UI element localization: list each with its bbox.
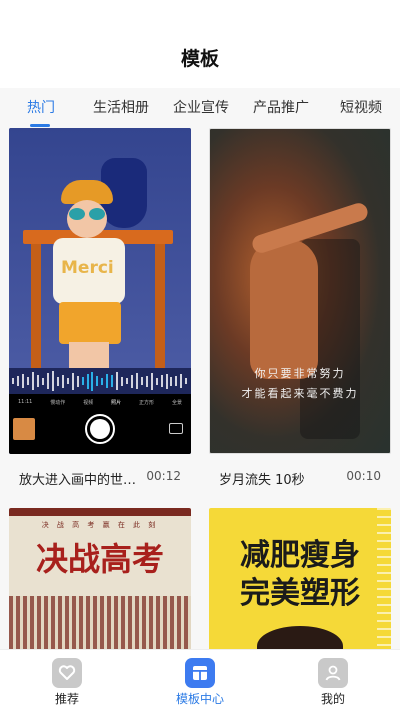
camera-mode-selected: 照片 [111,399,122,406]
template-icon [185,658,215,688]
waveform-bar [32,372,35,390]
waveform-bar [51,371,54,391]
shirt-print: Merci [61,258,114,278]
waveform-bar [185,378,188,384]
gallery-preview [13,418,35,440]
tab-hot[interactable]: 热门 [27,97,55,117]
nav-label: 我的 [320,692,345,706]
nav-label: 模板中心 [175,692,224,706]
template-card[interactable]: Merci 11:11 慢动作 视频 照片 正方形 全景 放大进入画中的世… 0… [9,128,191,498]
tab-product-promo[interactable]: 产品推广 [253,97,309,117]
camera-flip-icon [169,423,183,434]
template-title: 放大进入画中的世… [19,473,137,488]
waveform-bar [96,376,99,386]
camera-mode: 全景 [171,399,182,406]
waveform-bar [111,375,114,387]
waveform-bar [121,376,124,386]
template-thumbnail[interactable]: 你只要非常努力 才能看起来毫不费力 [209,128,391,454]
waveform-bar [145,375,148,387]
quote-line: 你只要非常努力 [254,367,346,380]
waveform-bar [86,373,89,389]
waveform-bar [170,376,173,386]
template-duration: 00:12 [146,469,181,483]
waveform-bar [155,377,158,385]
waveform-bar [12,378,15,384]
template-thumbnail[interactable]: 减肥瘦身 完美塑形 [209,508,391,649]
waveform-bar [22,374,25,388]
camera-mode: 慢动作 [50,399,66,406]
heart-icon [52,658,82,688]
camera-mode: 正方形 [139,399,155,406]
waveform-bar [81,377,84,385]
waveform-bar [42,377,45,385]
template-grid: Merci 11:11 慢动作 视频 照片 正方形 全景 放大进入画中的世… 0… [0,128,400,649]
template-duration: 00:10 [346,469,381,483]
poster-title: 完美塑形 [240,576,360,611]
quote-line: 才能看起来毫不费力 [241,387,359,400]
waveform-bar [106,374,109,388]
nav-label: 推荐 [54,692,79,706]
category-tabs: 热门 生活相册 企业宣传 产品推广 短视频 [0,88,400,128]
waveform-bar [116,372,119,390]
audio-waveform [9,368,191,394]
user-icon [318,658,348,688]
waveform-bar [47,373,50,389]
template-thumbnail[interactable]: 决 战 高 考 赢 在 此 刻 决战高考 [9,508,191,649]
nav-mine[interactable]: 我的 [293,650,373,711]
poster-subtitle: 决 战 高 考 赢 在 此 刻 [41,521,159,529]
waveform-bar [61,374,64,388]
waveform-bar [17,376,20,386]
camera-mode-bar: 11:11 慢动作 视频 照片 正方形 全景 [9,394,191,410]
active-tab-indicator [30,124,50,127]
nav-template-center[interactable]: 模板中心 [160,650,240,711]
waveform-bar [180,374,183,388]
waveform-bar [71,372,74,390]
waveform-bar [130,374,133,388]
waveform-bar [165,373,168,389]
shutter-icon [85,414,115,444]
waveform-bar [37,375,40,387]
nav-recommend[interactable]: 推荐 [27,650,107,711]
camera-mode: 视频 [83,399,94,406]
waveform-bar [135,373,138,389]
page-title: 模板 [180,48,219,70]
waveform-bar [56,376,59,386]
template-card[interactable]: 减肥瘦身 完美塑形 [209,508,391,649]
tab-corporate[interactable]: 企业宣传 [173,97,229,117]
waveform-bar [27,377,30,385]
waveform-bar [175,376,178,386]
waveform-bar [140,377,143,385]
tab-short-video[interactable]: 短视频 [340,97,382,117]
bottom-nav: 推荐 模板中心 我的 [0,649,400,711]
camera-mode: 11:11 [17,399,33,405]
waveform-bar [126,378,129,384]
template-title: 岁月流失 10秒 [219,473,305,488]
template-card[interactable]: 你只要非常努力 才能看起来毫不费力 岁月流失 10秒 00:10 [209,128,391,498]
waveform-bar [101,377,104,385]
template-card[interactable]: 决 战 高 考 赢 在 此 刻 决战高考 [9,508,191,649]
waveform-bar [76,375,79,387]
poster-title: 决战高考 [35,540,164,578]
waveform-bar [66,378,69,384]
waveform-bar [160,375,163,387]
waveform-bar [91,371,94,391]
header: 模板 [0,0,400,88]
template-thumbnail[interactable]: Merci 11:11 慢动作 视频 照片 正方形 全景 [9,128,191,454]
waveform-bar [150,372,153,390]
tab-life-album[interactable]: 生活相册 [93,97,149,117]
